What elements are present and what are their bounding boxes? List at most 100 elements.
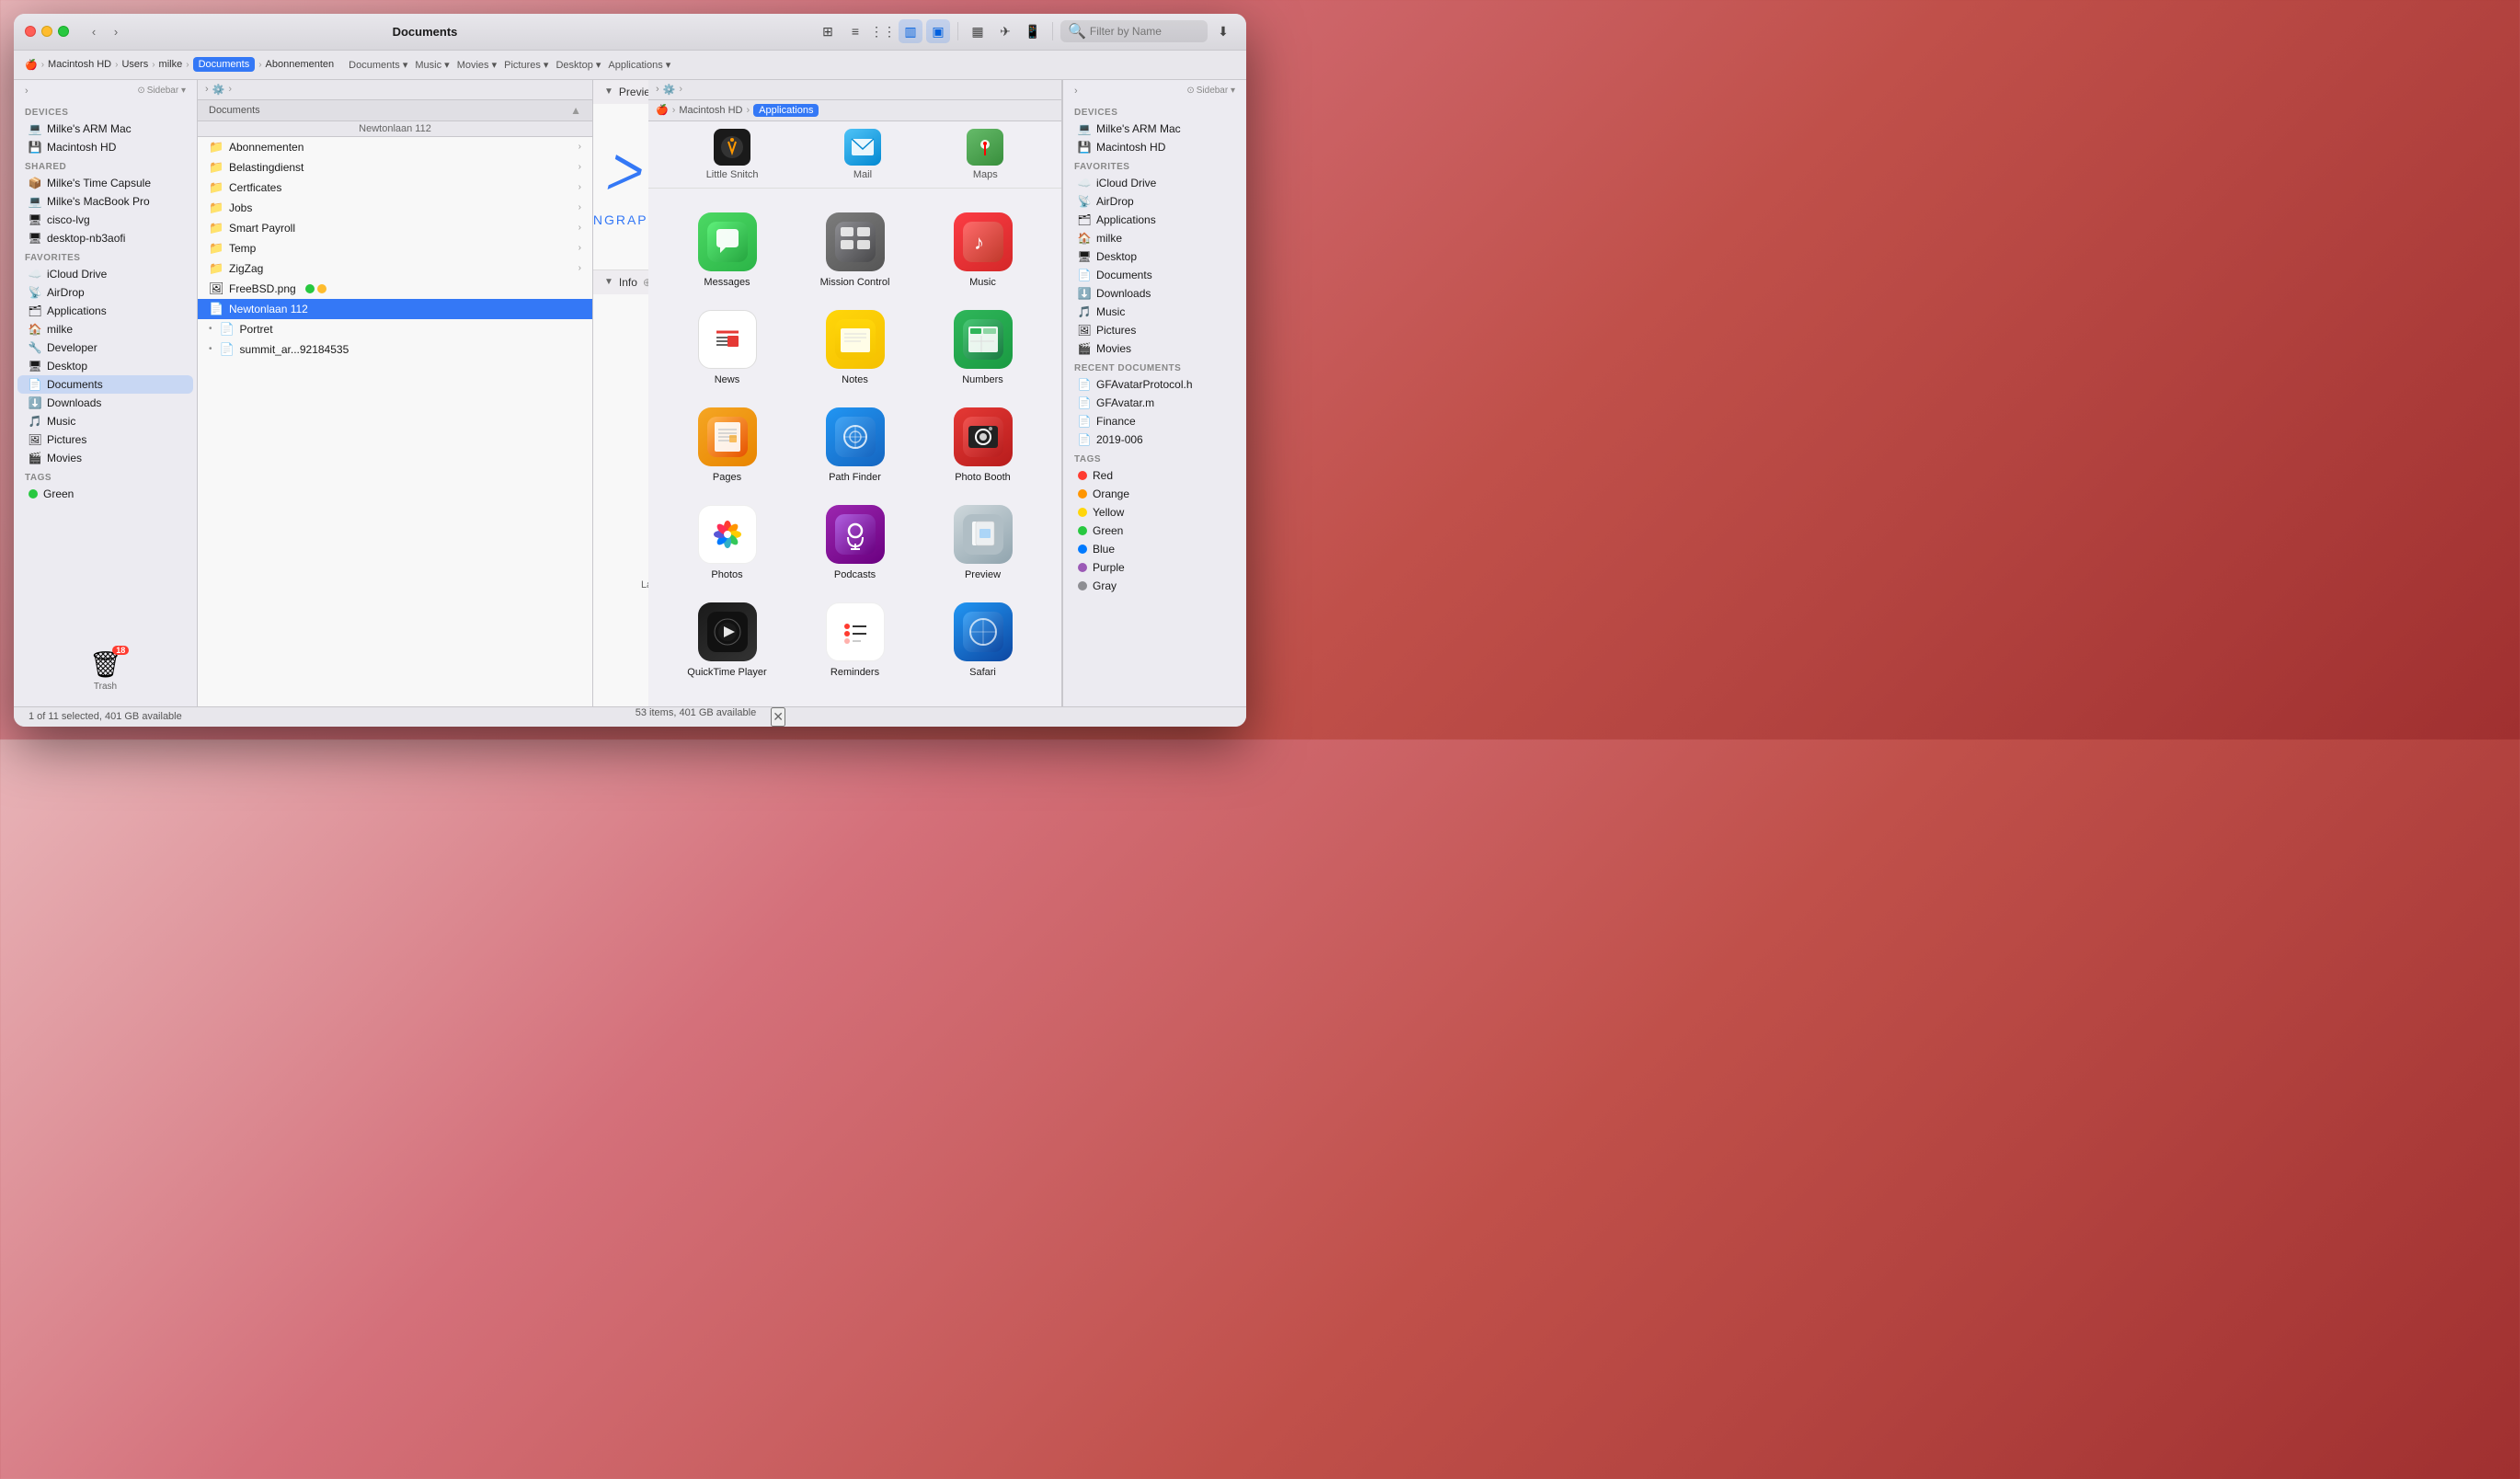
sidebar-item-developer[interactable]: 🔧 Developer: [17, 338, 193, 357]
path-dropdown-pictures[interactable]: Pictures ▾: [504, 59, 548, 71]
file-item-zigzag[interactable]: 📁 ZigZag ›: [198, 258, 592, 279]
sidebar-right-item-tag-orange[interactable]: Orange: [1067, 485, 1243, 503]
search-bar[interactable]: 🔍: [1060, 20, 1208, 42]
path-applications-r[interactable]: Applications: [753, 104, 819, 117]
sidebar-right-item-2019[interactable]: 📄 2019-006: [1067, 430, 1243, 449]
sidebar-item-icloud[interactable]: ☁️ iCloud Drive: [17, 265, 193, 283]
app-item-reminders[interactable]: Reminders: [791, 593, 919, 691]
app-top-maps[interactable]: Maps: [967, 129, 1003, 180]
search-input[interactable]: [1090, 25, 1200, 38]
path-dropdown-music[interactable]: Music ▾: [415, 59, 449, 71]
path-macintosh-r[interactable]: Macintosh HD: [679, 105, 742, 116]
app-item-preview[interactable]: Preview: [919, 496, 1047, 593]
path-abonnementen[interactable]: Abonnementen: [266, 59, 335, 70]
file-item-jobs[interactable]: 📁 Jobs ›: [198, 198, 592, 218]
sidebar-item-pictures[interactable]: 🖼 Pictures: [17, 430, 193, 449]
status-close-button[interactable]: ✕: [771, 707, 785, 727]
sidebar-right-item-downloads[interactable]: ⬇️ Downloads: [1067, 284, 1243, 303]
sidebar-right-item-gfavatar[interactable]: 📄 GFAvatar.m: [1067, 394, 1243, 412]
sidebar-right-item-tag-purple[interactable]: Purple: [1067, 558, 1243, 577]
sidebar-item-music[interactable]: 🎵 Music: [17, 412, 193, 430]
sidebar-right-item-milke[interactable]: 🏠 milke: [1067, 229, 1243, 247]
file-item-summit[interactable]: • 📄 summit_ar...92184535: [198, 339, 592, 360]
path-apple-r[interactable]: 🍎: [656, 104, 669, 116]
file-item-abonnementen[interactable]: 📁 Abonnementen ›: [198, 137, 592, 157]
sidebar-right-item-gfavatarprotocol[interactable]: 📄 GFAvatarProtocol.h: [1067, 375, 1243, 394]
trash-button[interactable]: 🗑 18 Trash: [89, 649, 122, 692]
sidebar-item-downloads[interactable]: ⬇️ Downloads: [17, 394, 193, 412]
path-macintosh[interactable]: Macintosh HD: [48, 59, 111, 70]
path-dropdown-applications[interactable]: Applications ▾: [608, 59, 670, 71]
quick-look-btn[interactable]: 📱: [1021, 19, 1045, 43]
file-item-belastingdienst[interactable]: 📁 Belastingdienst ›: [198, 157, 592, 178]
info-section-header[interactable]: ▼ Info ⊕: [593, 270, 648, 294]
sidebar-right-item-airdrop[interactable]: 📡 AirDrop: [1067, 192, 1243, 211]
sidebar-right-item-finance[interactable]: 📄 Finance: [1067, 412, 1243, 430]
sidebar-item-macbook-pro[interactable]: 💻 Milke's MacBook Pro: [17, 192, 193, 211]
sidebar-item-desktop[interactable]: 🖥 Desktop: [17, 357, 193, 375]
sidebar-item-milke[interactable]: 🏠 milke: [17, 320, 193, 338]
preview-section-header[interactable]: ▼ Preview ⊕: [593, 80, 648, 104]
sidebar-right-item-desktop[interactable]: 🖥 Desktop: [1067, 247, 1243, 266]
panel-collapse-icon[interactable]: ▲: [570, 104, 581, 117]
column-view-btn[interactable]: ⋮⋮: [871, 19, 895, 43]
app-top-mail[interactable]: Mail: [844, 129, 881, 180]
sidebar-right-item-music[interactable]: 🎵 Music: [1067, 303, 1243, 321]
sidebar-right-toggle[interactable]: ⊙ Sidebar ▾: [1186, 86, 1235, 96]
sidebar-right-item-tag-blue[interactable]: Blue: [1067, 540, 1243, 558]
list-view-btn[interactable]: ≡: [843, 19, 867, 43]
sidebar-item-applications[interactable]: 🗂 Applications: [17, 302, 193, 320]
path-dropdown-docs[interactable]: Documents ▾: [349, 59, 407, 71]
sidebar-item-macintosh-hd[interactable]: 💾 Macintosh HD: [17, 138, 193, 156]
path-apple[interactable]: 🍎: [25, 59, 38, 71]
sidebar-right-item-applications[interactable]: 🗂 Applications: [1067, 211, 1243, 229]
gallery-view-btn[interactable]: ▥: [899, 19, 922, 43]
file-item-freebsd[interactable]: 🖼 FreeBSD.png: [198, 279, 592, 299]
action-btn[interactable]: ✈: [993, 19, 1017, 43]
app-item-safari[interactable]: Safari: [919, 593, 1047, 691]
sidebar-right-item-movies[interactable]: 🎬 Movies: [1067, 339, 1243, 358]
app-item-podcasts[interactable]: Podcasts: [791, 496, 919, 593]
sidebar-item-desktop-nb[interactable]: 🖥 desktop-nb3aofi: [17, 229, 193, 247]
app-item-news[interactable]: News: [663, 301, 791, 398]
file-item-certficates[interactable]: 📁 Certficates ›: [198, 178, 592, 198]
share-btn[interactable]: ▦: [966, 19, 990, 43]
sidebar-item-airdrop[interactable]: 📡 AirDrop: [17, 283, 193, 302]
sidebar-item-milkes-arm-mac[interactable]: 💻 Milke's ARM Mac: [17, 120, 193, 138]
path-documents[interactable]: Documents: [193, 57, 256, 72]
sidebar-right-item-tag-gray[interactable]: Gray: [1067, 577, 1243, 595]
icon-view-btn[interactable]: ⊞: [816, 19, 840, 43]
sidebar-right-item-tag-green[interactable]: Green: [1067, 522, 1243, 540]
path-milke[interactable]: milke: [159, 59, 183, 70]
app-item-pages[interactable]: Pages: [663, 398, 791, 496]
file-item-newtonlaan[interactable]: 📄 Newtonlaan 112: [198, 299, 592, 319]
sidebar-item-time-capsule[interactable]: 📦 Milke's Time Capsule: [17, 174, 193, 192]
path-dropdown-movies[interactable]: Movies ▾: [457, 59, 497, 71]
close-button[interactable]: [25, 26, 36, 37]
sidebar-item-tag-green[interactable]: Green: [17, 485, 193, 503]
sidebar-item-documents[interactable]: 📄 Documents: [17, 375, 193, 394]
file-item-temp[interactable]: 📁 Temp ›: [198, 238, 592, 258]
sidebar-right-item-documents[interactable]: 📄 Documents: [1067, 266, 1243, 284]
app-top-little-snitch[interactable]: Little Snitch: [706, 129, 759, 180]
sidebar-toggle[interactable]: ⊙ Sidebar ▾: [137, 86, 186, 96]
sidebar-item-cisco[interactable]: 🖥 cisco-lvg: [17, 211, 193, 229]
app-item-numbers[interactable]: Numbers: [919, 301, 1047, 398]
sidebar-right-item-tag-red[interactable]: Red: [1067, 466, 1243, 485]
app-item-photo-booth[interactable]: Photo Booth: [919, 398, 1047, 496]
sidebar-right-item-hd[interactable]: 💾 Macintosh HD: [1067, 138, 1243, 156]
sidebar-right-item-tag-yellow[interactable]: Yellow: [1067, 503, 1243, 522]
app-item-photos[interactable]: Photos: [663, 496, 791, 593]
path-dropdown-desktop[interactable]: Desktop ▾: [556, 59, 601, 71]
sidebar-right-item-icloud[interactable]: ☁️ iCloud Drive: [1067, 174, 1243, 192]
app-item-messages[interactable]: Messages: [663, 203, 791, 301]
download-arrow-btn[interactable]: ⬇: [1211, 19, 1235, 43]
sidebar-collapse-icon[interactable]: ›: [25, 86, 40, 97]
file-item-smart-payroll[interactable]: 📁 Smart Payroll ›: [198, 218, 592, 238]
dual-view-btn[interactable]: ▣: [926, 19, 950, 43]
app-item-notes[interactable]: Notes: [791, 301, 919, 398]
app-item-music[interactable]: ♪ Music: [919, 203, 1047, 301]
sidebar-right-item-arm-mac[interactable]: 💻 Milke's ARM Mac: [1067, 120, 1243, 138]
file-item-portret[interactable]: • 📄 Portret: [198, 319, 592, 339]
sidebar-right-item-pictures[interactable]: 🖼 Pictures: [1067, 321, 1243, 339]
